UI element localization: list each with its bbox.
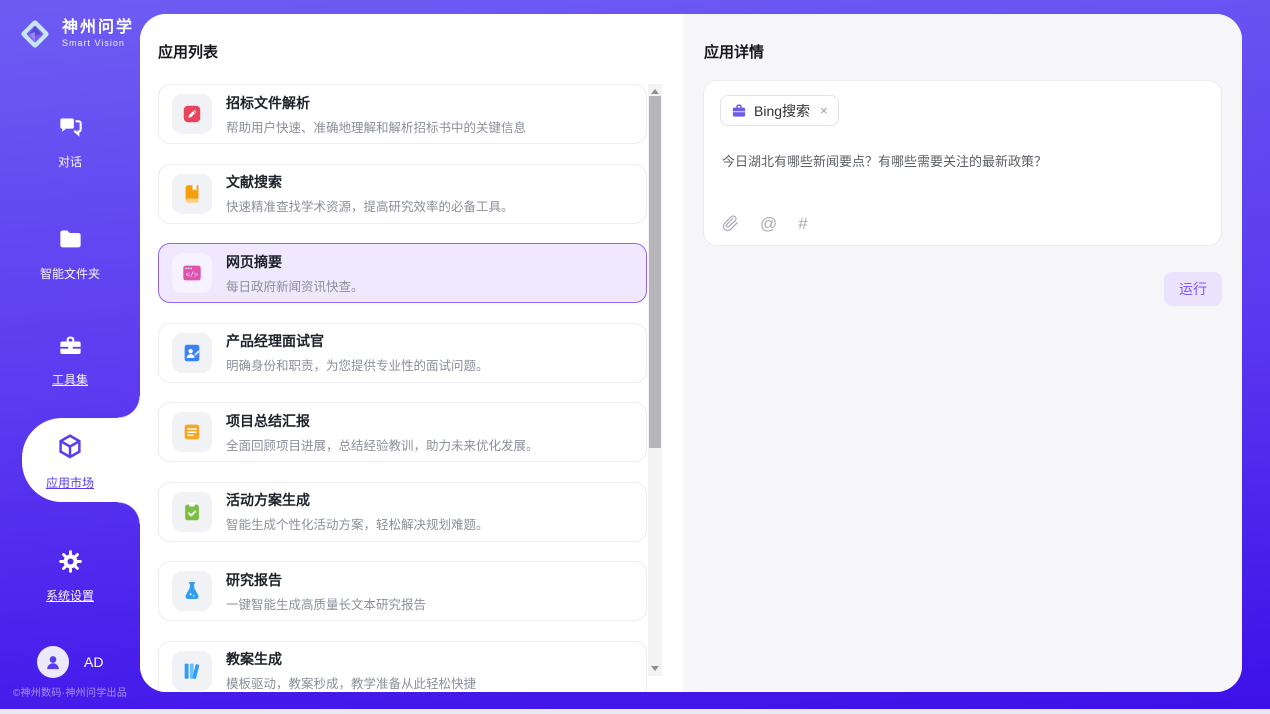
sidebar-item-toolset[interactable]: 工具集 [0, 324, 140, 380]
app-title: 产品经理面试官 [226, 331, 489, 351]
app-tile [172, 94, 212, 134]
chip-close-icon[interactable]: × [820, 103, 828, 118]
tool-chip-bing-search[interactable]: Bing搜索 × [720, 95, 839, 126]
briefcase-icon [731, 103, 747, 119]
sidebar-item-label: 对话 [0, 153, 140, 170]
prompt-card: Bing搜索 × 今日湖北有哪些新闻要点？有哪些需要关注的最新政策？ @ # [703, 80, 1222, 246]
scrollbar-thumb[interactable] [649, 96, 661, 448]
app-title: 文献搜索 [226, 172, 514, 192]
sidebar-item-label: 智能文件夹 [0, 265, 140, 282]
bubble-fillet-bottom [118, 502, 140, 524]
user-name: AD [84, 654, 103, 670]
app-title: 研究报告 [226, 570, 426, 590]
sidebar-item-app-market[interactable]: 应用市场 [0, 418, 140, 502]
app-tile [172, 174, 212, 214]
attachment-toolbar: @ # [722, 215, 808, 232]
mention-at-icon[interactable]: @ [760, 215, 777, 232]
paperclip-icon[interactable] [722, 215, 739, 232]
content-card: 应用列表 招标文件解析 帮助用户快速、准确地理解和解析招标书中的关键信息 [140, 14, 1242, 692]
app-desc: 全面回顾项目进展，总结经验教训，助力未来优化发展。 [226, 435, 539, 454]
books-icon [181, 660, 203, 682]
toolbox-icon [57, 332, 84, 359]
brand-subtitle: Smart Vision [62, 39, 134, 49]
app-title: 项目总结汇报 [226, 411, 539, 431]
app-title: 活动方案生成 [226, 490, 489, 510]
folder-icon [57, 226, 84, 253]
app-desc: 一键智能生成高质量长文本研究报告 [226, 594, 426, 613]
svg-text:</>: </> [186, 272, 198, 280]
app-tile [172, 571, 212, 611]
app-desc: 每日政府新闻资讯快查。 [226, 276, 364, 295]
flask-icon [181, 580, 203, 602]
list-item-lesson-plan[interactable]: 教案生成 模板驱动，教案秒成，教学准备从此轻松快捷 [158, 641, 647, 693]
avatar [37, 646, 69, 678]
brand-name: 神州问学 [62, 19, 134, 37]
user-account[interactable]: AD [37, 646, 103, 678]
sidebar-item-label: 系统设置 [0, 587, 140, 604]
app-desc: 模板驱动，教案秒成，教学准备从此轻松快捷 [226, 673, 476, 692]
app-detail-title: 应用详情 [704, 41, 764, 62]
scroll-down-arrow-icon[interactable] [651, 666, 659, 671]
browser-code-icon: </> [181, 262, 203, 284]
app-title: 教案生成 [226, 649, 476, 669]
app-title: 招标文件解析 [226, 93, 526, 113]
sidebar-item-settings[interactable]: 系统设置 [0, 540, 140, 596]
list-item-bid-parse[interactable]: 招标文件解析 帮助用户快速、准确地理解和解析招标书中的关键信息 [158, 84, 647, 144]
hash-icon[interactable]: # [798, 215, 807, 232]
copyright-text: ©神州数码·神州问学出品 [0, 684, 140, 699]
app-tile [172, 651, 212, 691]
diamond-logo-icon [16, 15, 54, 53]
sidebar-item-label: 应用市场 [0, 474, 140, 491]
app-list-panel: 应用列表 招标文件解析 帮助用户快速、准确地理解和解析招标书中的关键信息 [140, 14, 683, 692]
app-tile [172, 492, 212, 532]
sidebar-item-chat[interactable]: 对话 [0, 106, 140, 162]
book-icon [181, 183, 203, 205]
list-item-event-plan[interactable]: 活动方案生成 智能生成个性化活动方案，轻松解决规划难题。 [158, 482, 647, 542]
brand-logo: 神州问学 Smart Vision [16, 15, 134, 53]
app-tile [172, 333, 212, 373]
list-item-project-summary[interactable]: 项目总结汇报 全面回顾项目进展，总结经验教训，助力未来优化发展。 [158, 402, 647, 462]
chat-icon [57, 114, 84, 141]
tool-chip-label: Bing搜索 [754, 101, 810, 121]
app-tile [172, 412, 212, 452]
cube-icon [55, 432, 85, 462]
sidebar: 神州问学 Smart Vision 对话 智能文件夹 [0, 0, 140, 714]
clipboard-check-icon [181, 501, 203, 523]
sidebar-item-label: 工具集 [0, 371, 140, 388]
pen-square-icon [181, 103, 203, 125]
clipboard-person-icon [181, 342, 203, 364]
window-bottom-edge [0, 709, 1270, 714]
app-tile: </> [172, 253, 212, 293]
app-detail-panel: 应用详情 Bing搜索 × 今日湖北有哪些新闻要点？有哪些需要关注的最新政策？ [683, 14, 1242, 692]
app-list-scrollbar[interactable] [648, 84, 662, 676]
sidebar-item-smart-folder[interactable]: 智能文件夹 [0, 218, 140, 274]
app-list-title: 应用列表 [158, 41, 218, 62]
report-icon [181, 421, 203, 443]
app-title: 网页摘要 [226, 252, 364, 272]
app-desc: 明确身份和职责，为您提供专业性的面试问题。 [226, 355, 489, 374]
list-item-literature-search[interactable]: 文献搜索 快速精准查找学术资源，提高研究效率的必备工具。 [158, 164, 647, 224]
run-button[interactable]: 运行 [1164, 272, 1222, 306]
list-item-pm-interviewer[interactable]: 产品经理面试官 明确身份和职责，为您提供专业性的面试问题。 [158, 323, 647, 383]
list-item-research-report[interactable]: 研究报告 一键智能生成高质量长文本研究报告 [158, 561, 647, 621]
app-desc: 帮助用户快速、准确地理解和解析招标书中的关键信息 [226, 117, 526, 136]
scroll-up-arrow-icon[interactable] [651, 89, 659, 94]
bubble-fillet-top [118, 396, 140, 418]
gear-icon [57, 548, 84, 575]
app-desc: 快速精准查找学术资源，提高研究效率的必备工具。 [226, 196, 514, 215]
app-desc: 智能生成个性化活动方案，轻松解决规划难题。 [226, 514, 489, 533]
query-input[interactable]: 今日湖北有哪些新闻要点？有哪些需要关注的最新政策？ [722, 152, 1203, 172]
app-list: 招标文件解析 帮助用户快速、准确地理解和解析招标书中的关键信息 文献搜索 [158, 84, 647, 692]
list-item-web-summary[interactable]: </> 网页摘要 每日政府新闻资讯快查。 [158, 243, 647, 303]
